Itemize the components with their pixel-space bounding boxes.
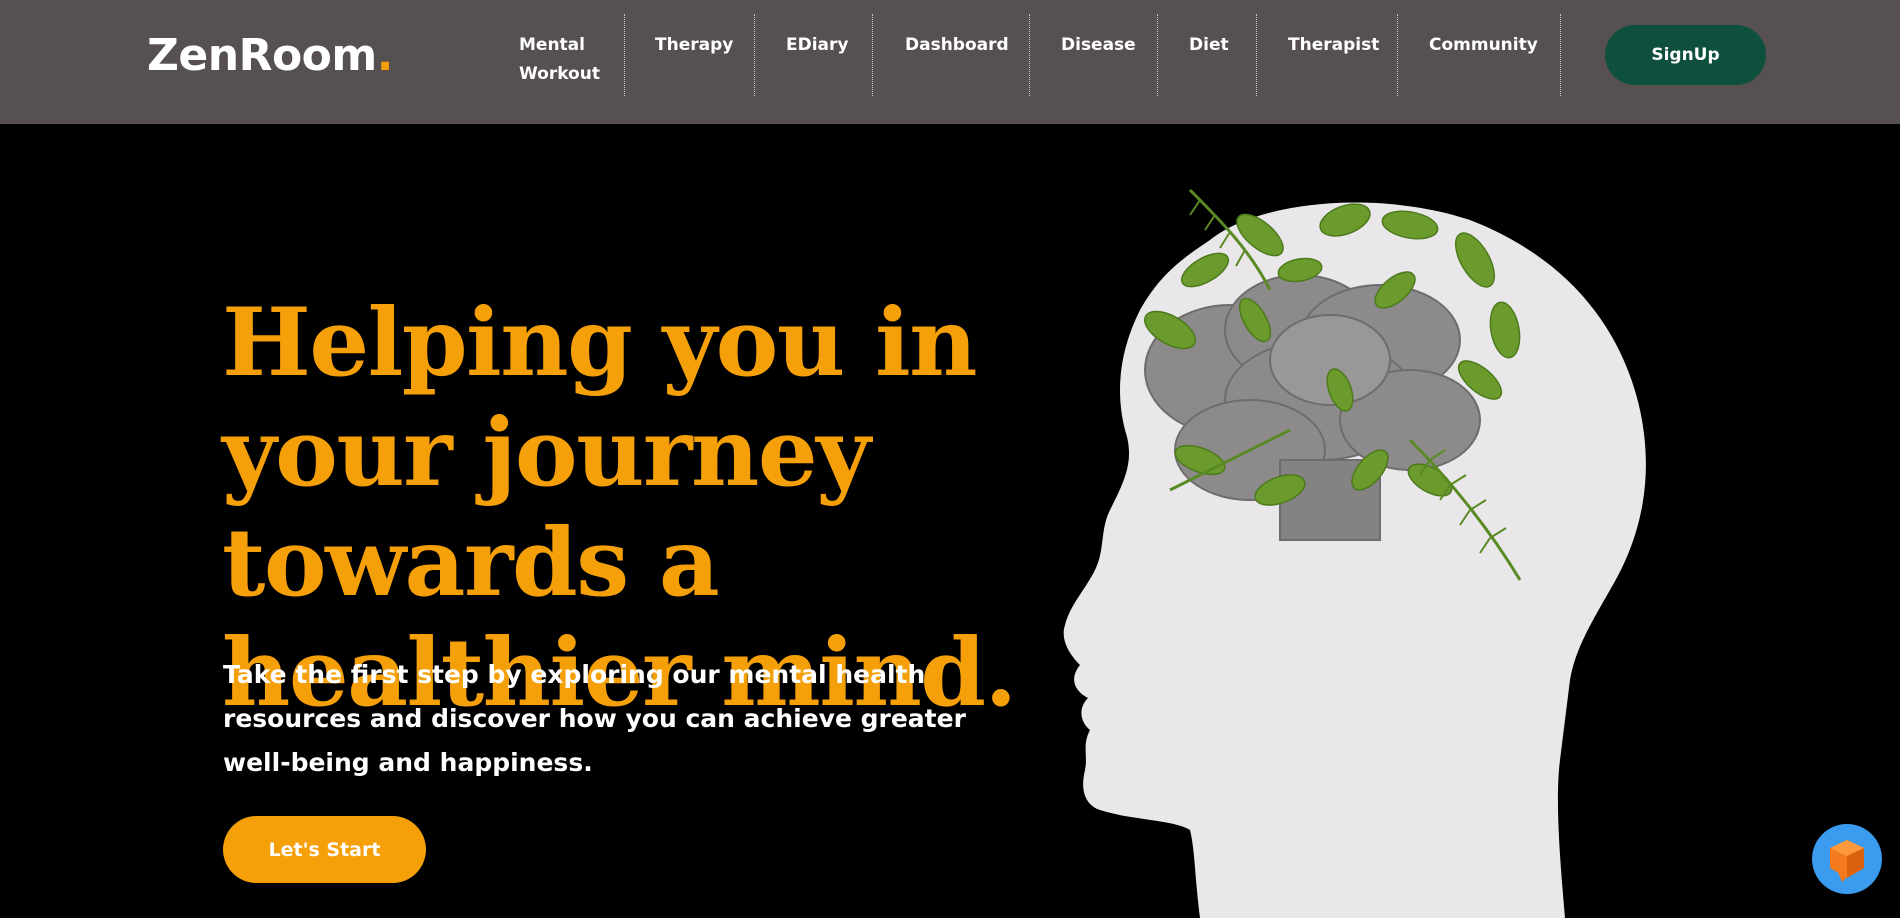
nav-item-label: Disease bbox=[1061, 35, 1136, 55]
brand-logo[interactable]: ZenRoom. bbox=[147, 28, 393, 84]
chat-bubble-cube-icon bbox=[1830, 840, 1864, 882]
nav-item-community[interactable]: Community bbox=[1398, 14, 1561, 96]
nav-item-label: Therapist bbox=[1288, 35, 1380, 55]
nav-item-label: EDiary bbox=[786, 35, 849, 55]
signup-button[interactable]: SignUp bbox=[1605, 25, 1766, 85]
brand-dot: . bbox=[376, 30, 394, 81]
nav-item-mental-workout[interactable]: Mental Workout bbox=[487, 14, 625, 96]
nav-item-dashboard[interactable]: Dashboard bbox=[873, 14, 1030, 96]
hero-subtext: Take the first step by exploring our men… bbox=[223, 660, 966, 777]
brand-name: ZenRoom bbox=[147, 30, 377, 81]
nav-item-label: Community bbox=[1429, 35, 1538, 55]
nav-item-ediary[interactable]: EDiary bbox=[755, 14, 873, 96]
nav-item-label: Mental Workout bbox=[519, 35, 600, 84]
chat-widget-button[interactable] bbox=[1812, 824, 1882, 894]
nav-item-disease[interactable]: Disease bbox=[1030, 14, 1158, 96]
lets-start-button[interactable]: Let's Start bbox=[223, 816, 426, 883]
nav-item-label: Diet bbox=[1189, 35, 1229, 55]
nav-item-therapist[interactable]: Therapist bbox=[1257, 14, 1398, 96]
head-with-leaves-image bbox=[1063, 188, 1646, 918]
nav-item-label: Therapy bbox=[655, 35, 734, 55]
nav-item-diet[interactable]: Diet bbox=[1158, 14, 1257, 96]
nav-item-therapy[interactable]: Therapy bbox=[625, 14, 755, 96]
nav-item-label: Dashboard bbox=[905, 35, 1009, 55]
site-header: ZenRoom. Mental Workout Therapy EDiary D… bbox=[0, 0, 1900, 124]
